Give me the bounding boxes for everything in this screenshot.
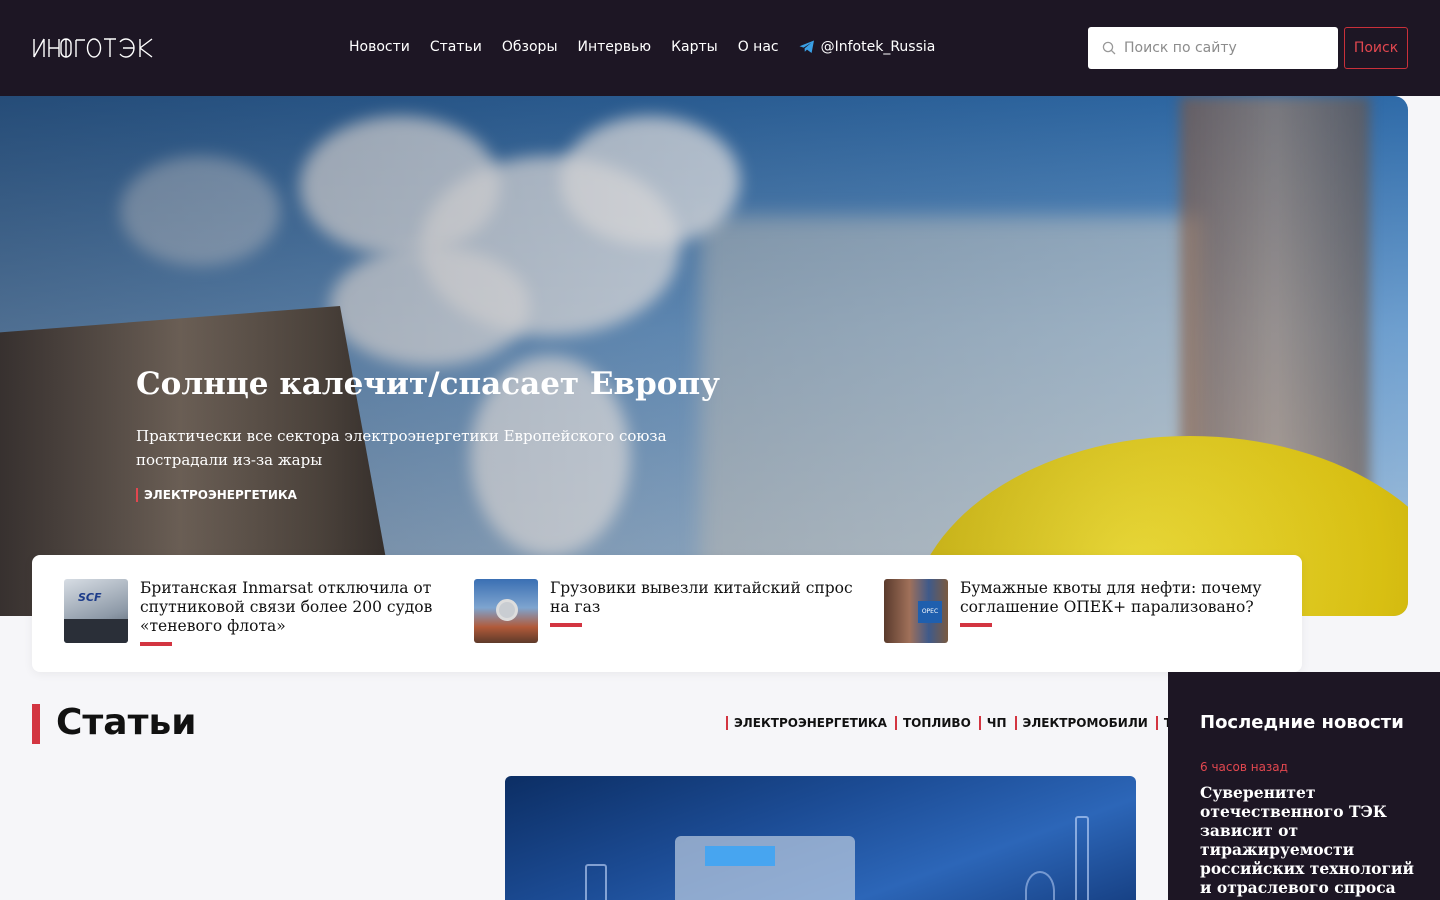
nav-item-interviews[interactable]: Интервью bbox=[578, 39, 652, 55]
featured-thumbnail: OPEC bbox=[884, 579, 948, 643]
featured-thumbnail bbox=[474, 579, 538, 643]
category-energy[interactable]: ЭЛЕКТРОЭНЕРГЕТИКА bbox=[726, 716, 887, 730]
featured-thumbnail: SCF bbox=[64, 579, 128, 643]
featured-title: Грузовики вывезли китайский спрос на газ bbox=[550, 579, 853, 616]
search-icon bbox=[1102, 41, 1116, 55]
hero-banner[interactable]: Солнце калечит/спасает Европу Практическ… bbox=[0, 96, 1408, 616]
category-ev[interactable]: ЭЛЕКТРОМОБИЛИ bbox=[1014, 716, 1148, 730]
section-title: Статьи bbox=[56, 702, 197, 743]
hero-category-tag[interactable]: ЭЛЕКТРОЭНЕРГЕТИКА bbox=[136, 488, 297, 502]
thumb-label: SCF bbox=[78, 591, 102, 604]
hero-title[interactable]: Солнце калечит/спасает Европу bbox=[136, 366, 720, 402]
featured-title: Бумажные квоты для нефти: почему соглаше… bbox=[960, 579, 1262, 616]
logo-icon bbox=[33, 38, 153, 58]
category-incidents[interactable]: ЧП bbox=[978, 716, 1007, 730]
featured-item[interactable]: OPEC Бумажные квоты для нефти: почему со… bbox=[884, 579, 1274, 643]
news-timestamp: 6 часов назад bbox=[1200, 760, 1288, 774]
accent-bar bbox=[960, 623, 992, 627]
accent-bar bbox=[550, 623, 582, 627]
flask-icon bbox=[1075, 816, 1089, 900]
latest-news-sidebar: Последние новости 6 часов назад Суверени… bbox=[1168, 672, 1440, 900]
featured-news: SCF Британская Inmarsat отключила от спу… bbox=[32, 555, 1302, 672]
site-header: Новости Статьи Обзоры Интервью Карты О н… bbox=[0, 0, 1440, 96]
featured-item[interactable]: Грузовики вывезли китайский спрос на газ bbox=[474, 579, 854, 643]
flask-icon bbox=[1025, 871, 1055, 900]
site-logo[interactable] bbox=[32, 36, 162, 66]
flask-icon bbox=[585, 864, 607, 900]
featured-title: Британская Inmarsat отключила от спутник… bbox=[140, 579, 433, 635]
gauge-icon bbox=[496, 599, 518, 621]
nav-item-about[interactable]: О нас bbox=[738, 39, 779, 55]
nav-item-news[interactable]: Новости bbox=[349, 39, 410, 55]
news-headline[interactable]: Суверенитет отечественного ТЭК зависит о… bbox=[1200, 783, 1420, 897]
search-button[interactable]: Поиск bbox=[1344, 27, 1408, 69]
opec-flag: OPEC bbox=[918, 601, 942, 623]
accent-bar bbox=[140, 642, 172, 646]
section-accent bbox=[32, 704, 40, 744]
category-filters: ЭЛЕКТРОЭНЕРГЕТИКА ТОПЛИВО ЧП ЭЛЕКТРОМОБИ… bbox=[726, 716, 1200, 730]
hero-subtitle: Практически все сектора электроэнергетик… bbox=[136, 427, 667, 469]
telegram-link[interactable]: @Infotek_Russia bbox=[799, 39, 936, 55]
featured-item[interactable]: SCF Британская Inmarsat отключила от спу… bbox=[64, 579, 444, 646]
search-input[interactable] bbox=[1124, 40, 1324, 56]
sidebar-title: Последние новости bbox=[1200, 712, 1404, 733]
main-nav: Новости Статьи Обзоры Интервью Карты О н… bbox=[349, 39, 955, 55]
nav-item-reviews[interactable]: Обзоры bbox=[502, 39, 558, 55]
nav-item-articles[interactable]: Статьи bbox=[430, 39, 482, 55]
article-image[interactable] bbox=[505, 776, 1136, 900]
category-fuel[interactable]: ТОПЛИВО bbox=[894, 716, 971, 730]
nav-item-maps[interactable]: Карты bbox=[671, 39, 718, 55]
telegram-handle: @Infotek_Russia bbox=[820, 39, 936, 55]
search-field bbox=[1088, 27, 1338, 69]
telegram-icon bbox=[799, 40, 814, 53]
